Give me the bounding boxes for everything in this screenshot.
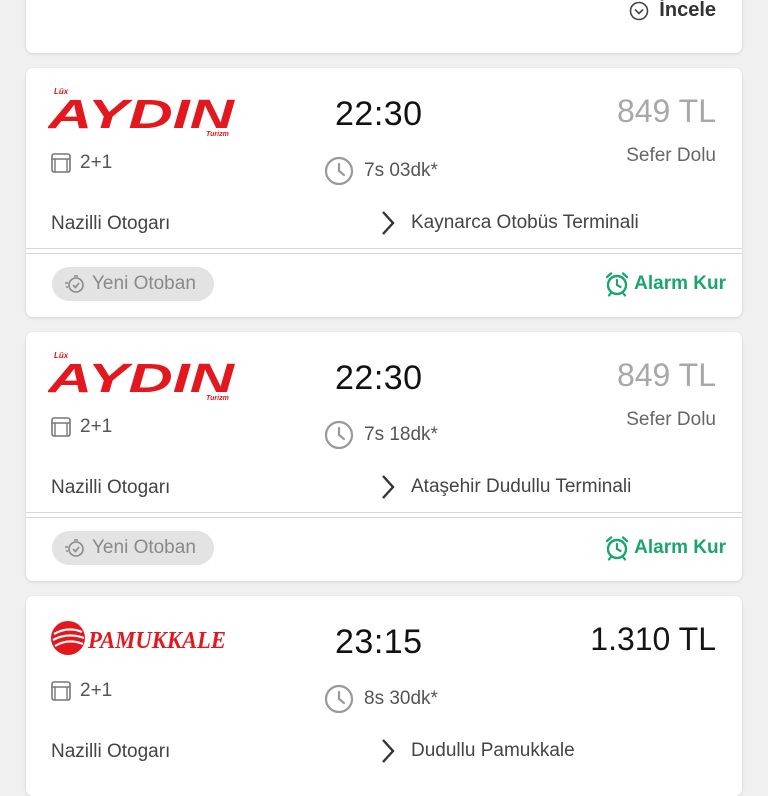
feature-badge: Yeni Otoban	[52, 267, 214, 301]
price: 849 TL	[616, 357, 716, 393]
to-station-label: Dudullu Pamukkale	[411, 740, 575, 761]
seat-icon	[51, 417, 71, 437]
svg-text:Turizm: Turizm	[206, 395, 229, 402]
clock-icon	[324, 420, 354, 450]
seat-layout: 2+1	[50, 152, 112, 174]
feature-badge-label: Yeni Otoban	[92, 537, 196, 558]
duration-label: 8s 30dk*	[364, 688, 438, 709]
chevron-right-icon	[382, 739, 395, 763]
status-badge: Sefer Dolu	[626, 145, 716, 166]
to-station: Kaynarca Otobüs Terminali	[381, 210, 639, 236]
feature-badge: Yeni Otoban	[52, 531, 214, 565]
feature-badge-label: Yeni Otoban	[92, 273, 196, 294]
svg-text:Turizm: Turizm	[206, 131, 229, 138]
aydin-logo: Lüx AYDIN Turizm	[48, 351, 236, 402]
seat-layout-label: 2+1	[80, 680, 113, 701]
duration-label: 7s 18dk*	[364, 424, 438, 445]
stopwatch-icon	[65, 539, 84, 557]
duration: 8s 30dk*	[324, 684, 438, 714]
alarm-label: Alarm Kur	[634, 273, 726, 294]
incele-label: İncele	[659, 0, 716, 21]
alarm-button[interactable]: Alarm Kur	[604, 271, 726, 297]
duration-label: 7s 03dk*	[364, 160, 438, 181]
incele-button[interactable]: İncele	[629, 0, 716, 22]
seat-layout: 2+1	[50, 680, 112, 702]
from-station: Nazilli Otogarı	[51, 477, 171, 498]
price: 849 TL	[616, 93, 716, 129]
stopwatch-icon	[65, 275, 84, 293]
divider	[26, 512, 742, 518]
from-station: Nazilli Otogarı	[51, 213, 171, 234]
alarm-clock-icon	[605, 272, 629, 297]
price: 1.310 TL	[590, 621, 716, 657]
clock-icon	[324, 156, 354, 186]
to-station: Dudullu Pamukkale	[381, 738, 575, 764]
alarm-button[interactable]: Alarm Kur	[604, 535, 726, 561]
duration: 7s 18dk*	[324, 420, 438, 450]
divider	[26, 248, 742, 254]
seat-layout-label: 2+1	[80, 416, 113, 437]
svg-text:PAMUKKALE: PAMUKKALE	[87, 628, 226, 654]
trip-card[interactable]: Lüx AYDIN Turizm 22:30 849 TL Sefer Dolu…	[26, 68, 742, 317]
chevron-right-icon	[382, 475, 395, 499]
chevron-down-circle-icon	[629, 1, 649, 20]
from-station: Nazilli Otogarı	[51, 741, 171, 762]
seat-icon	[51, 153, 71, 173]
trip-card-previous: İncele	[26, 0, 742, 53]
to-station-label: Ataşehir Dudullu Terminali	[411, 476, 632, 497]
departure-time: 22:30	[335, 95, 423, 133]
departure-time: 23:15	[335, 623, 423, 661]
clock-icon	[324, 684, 354, 714]
seat-layout: 2+1	[50, 416, 112, 438]
trip-card[interactable]: Lüx AYDIN Turizm 22:30 849 TL Sefer Dolu…	[26, 332, 742, 581]
alarm-label: Alarm Kur	[634, 537, 726, 558]
alarm-clock-icon	[605, 536, 629, 561]
to-station: Ataşehir Dudullu Terminali	[381, 474, 631, 500]
seat-icon	[51, 681, 71, 701]
aydin-logo: Lüx AYDIN Turizm	[48, 87, 236, 138]
trip-card[interactable]: PAMUKKALE 23:15 1.310 TL 2+1 8s 30dk* Na…	[26, 596, 742, 796]
to-station-label: Kaynarca Otobüs Terminali	[411, 212, 639, 233]
duration: 7s 03dk*	[324, 156, 438, 186]
pamukkale-logo: PAMUKKALE	[51, 621, 226, 655]
seat-layout-label: 2+1	[80, 152, 113, 173]
status-badge: Sefer Dolu	[626, 409, 716, 430]
chevron-right-icon	[382, 211, 395, 235]
departure-time: 22:30	[335, 359, 423, 397]
